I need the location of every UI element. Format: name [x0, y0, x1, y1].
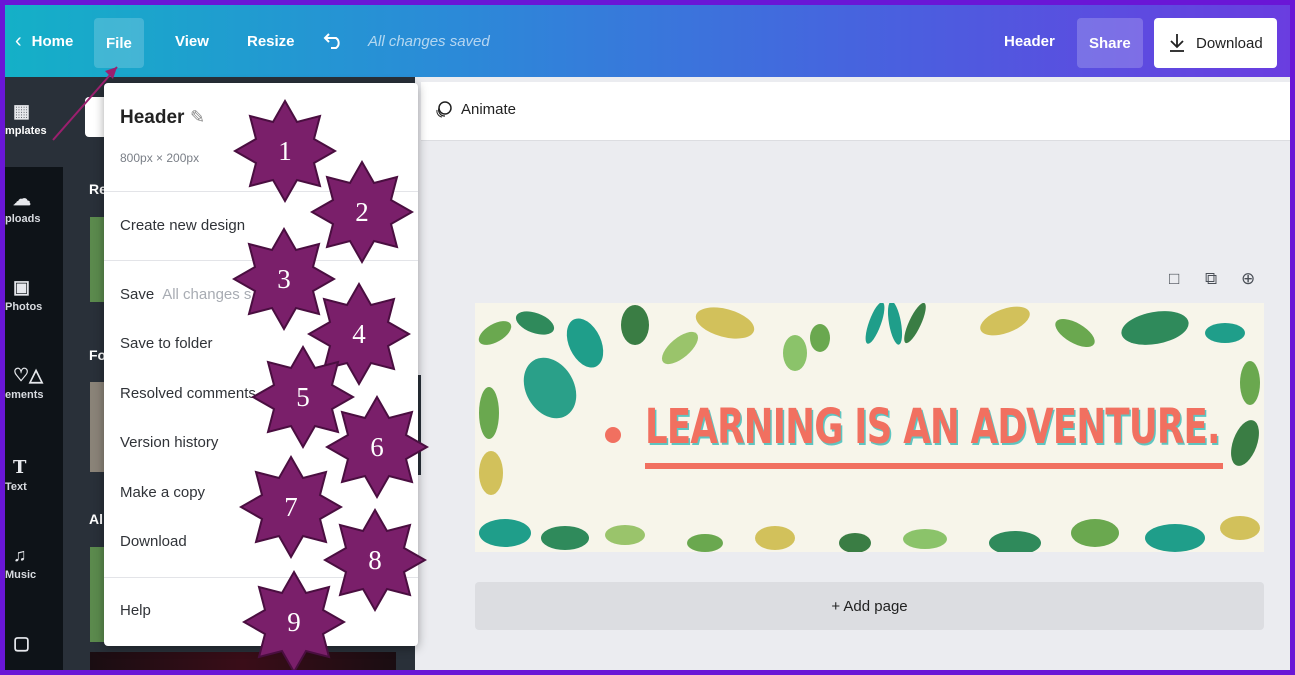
- music-icon: ♫: [13, 545, 27, 565]
- elements-icon: ♡△: [13, 365, 43, 385]
- text-icon: T: [13, 457, 27, 478]
- duplicate-page-icon[interactable]: ⧉: [1205, 269, 1217, 289]
- menu-item-save-to-folder[interactable]: Save to folder: [120, 335, 213, 352]
- animate-label: Animate: [461, 100, 517, 118]
- sidebar-item-video[interactable]: ▢: [5, 633, 63, 655]
- uploads-icon: ☁: [13, 189, 31, 209]
- add-page-icon[interactable]: ⊕: [1241, 269, 1255, 289]
- sidebar-item-label: Photos: [5, 301, 43, 313]
- sidebar-item-label: Music: [5, 569, 37, 581]
- download-icon: [1170, 34, 1184, 52]
- animate-button[interactable]: Animate: [435, 100, 516, 118]
- save-label: Save: [120, 286, 155, 303]
- view-menu-button[interactable]: View: [175, 5, 209, 77]
- sidebar-item-elements[interactable]: ♡△ ements: [5, 365, 63, 401]
- menu-item-create-new-design[interactable]: Create new design: [120, 217, 245, 234]
- app-window: ‹ Home File View Resize All changes save…: [0, 0, 1295, 675]
- photos-icon: ▣: [13, 277, 31, 297]
- download-label: Download: [1196, 34, 1263, 52]
- save-status-text: All changes saved: [368, 32, 490, 50]
- design-name-label: Header: [1004, 32, 1055, 50]
- sidebar-item-label: Text: [5, 481, 27, 493]
- undo-button[interactable]: [323, 5, 345, 77]
- download-button[interactable]: Download: [1154, 18, 1277, 68]
- resize-button[interactable]: Resize: [247, 5, 295, 77]
- sidebar-item-photos[interactable]: ▣ Photos: [5, 277, 63, 313]
- video-icon: ▢: [13, 633, 31, 653]
- annotation-star-9: 9: [242, 570, 346, 670]
- menu-item-download[interactable]: Download: [120, 533, 187, 550]
- share-button[interactable]: Share: [1077, 18, 1143, 68]
- sidebar-item-label: ploads: [5, 213, 41, 225]
- design-canvas[interactable]: LEARNING IS AN ADVENTURE.: [475, 303, 1264, 552]
- add-page-button[interactable]: + Add page: [475, 582, 1264, 630]
- save-status: All changes saved: [368, 5, 490, 77]
- undo-icon: [323, 33, 340, 49]
- menu-item-help[interactable]: Help: [120, 602, 151, 619]
- design-name-button[interactable]: Header: [1004, 5, 1055, 77]
- animate-toolbar: Animate: [421, 82, 1290, 141]
- view-label: View: [175, 32, 209, 50]
- sidebar: ▦ mplates ☁ ploads ▣ Photos ♡△ ements T …: [5, 77, 63, 670]
- sidebar-item-text[interactable]: T Text: [5, 457, 63, 493]
- annotation-arrow: [52, 66, 118, 141]
- annotation-number: 9: [287, 606, 301, 637]
- top-bar: ‹ Home File View Resize All changes save…: [5, 5, 1290, 77]
- add-page-label: + Add page: [831, 597, 908, 615]
- menu-item-resolved-comments[interactable]: Resolved comments: [120, 385, 256, 402]
- animate-icon: [436, 101, 452, 118]
- resize-label: Resize: [247, 32, 295, 50]
- menu-item-make-a-copy[interactable]: Make a copy: [120, 484, 205, 501]
- menu-item-version-history[interactable]: Version history: [120, 434, 218, 451]
- share-label: Share: [1089, 34, 1131, 52]
- pencil-icon[interactable]: ✎: [190, 107, 205, 128]
- menu-design-dimensions: 800px × 200px: [120, 151, 200, 165]
- sidebar-item-label: ements: [5, 389, 44, 401]
- headline-underline: [645, 463, 1223, 469]
- panel-section-title: Al: [89, 511, 103, 527]
- sidebar-item-music[interactable]: ♫ Music: [5, 545, 63, 581]
- headline-text[interactable]: LEARNING IS AN ADVENTURE.: [645, 399, 1221, 455]
- bullet-dot: [605, 427, 621, 443]
- sidebar-item-uploads[interactable]: ☁ ploads: [5, 189, 63, 225]
- sidebar-item-label: mplates: [5, 125, 47, 137]
- add-note-icon[interactable]: □: [1169, 269, 1179, 289]
